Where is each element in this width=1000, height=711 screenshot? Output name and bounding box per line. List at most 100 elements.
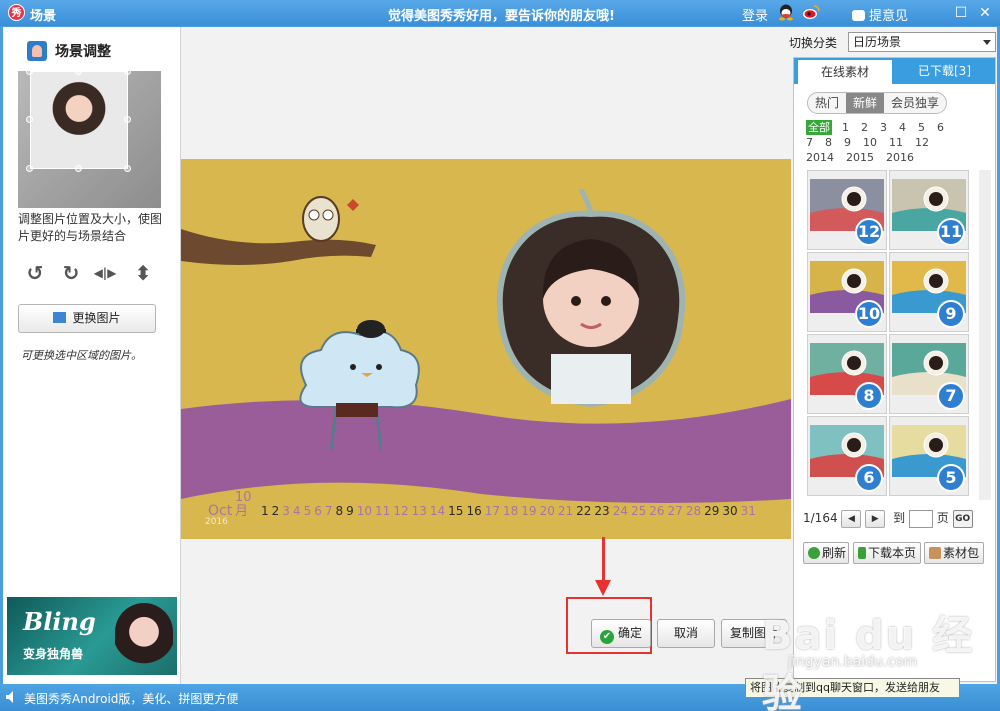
title-bar: 秀 场景 觉得美图秀秀好用，要告诉你的朋友哦! 登录 提意见 ☐ ✕ xyxy=(0,0,1000,26)
transform-toolbar: ↺ ↻ ◀|▶ ⬍ xyxy=(23,261,163,287)
month-filter[interactable]: 4 xyxy=(899,120,906,135)
filter-hot[interactable]: 热门 xyxy=(808,93,846,113)
refresh-button[interactable]: 刷新 xyxy=(803,542,849,564)
calendar-day: 30 xyxy=(722,504,738,518)
status-message[interactable]: 美图秀秀Android版，美化、拼图更方便 xyxy=(24,690,238,707)
filter-vip[interactable]: 会员独享 xyxy=(884,93,946,113)
calendar-day: 4 xyxy=(292,504,301,518)
download-page-button[interactable]: 下载本页 xyxy=(853,542,921,564)
calendar-month-cn: 月 xyxy=(235,504,249,519)
flip-vertical-icon[interactable]: ⬍ xyxy=(131,261,155,285)
pagination: 1/164 ◀ ▶ 到 页 GO xyxy=(803,509,973,528)
login-link[interactable]: 登录 xyxy=(742,5,768,24)
calendar-day: 31 xyxy=(740,504,756,518)
calendar-day: 23 xyxy=(594,504,610,518)
year-filter[interactable]: 2016 xyxy=(886,150,914,165)
crop-preview[interactable] xyxy=(18,68,161,208)
calendar-day: 29 xyxy=(704,504,720,518)
material-tabs: 在线素材 已下载[3] xyxy=(794,58,995,84)
confirm-button[interactable]: ✔ 确定 xyxy=(591,619,651,648)
maximize-button[interactable]: ☐ xyxy=(952,4,970,22)
year-filter[interactable]: 2014 xyxy=(806,150,834,165)
rotate-left-icon[interactable]: ↺ xyxy=(23,261,47,285)
tab-downloaded[interactable]: 已下载[3] xyxy=(894,58,995,84)
cancel-button[interactable]: 取消 xyxy=(657,619,715,648)
rotate-right-icon[interactable]: ↻ xyxy=(59,261,83,285)
material-pack-button[interactable]: 素材包 xyxy=(924,542,984,564)
crop-handle[interactable] xyxy=(124,68,131,75)
scene-canvas[interactable]: Oct 10 月 2016 1 2 3 4 5 6 7 8 9 10 11 12 13 14 15 16 17 1… xyxy=(181,159,791,539)
scene-thumbnail[interactable]: 7 xyxy=(889,334,969,414)
calendar-day: 24 xyxy=(612,504,628,518)
crop-handle[interactable] xyxy=(124,165,131,172)
month-filter[interactable]: 1 xyxy=(842,120,849,135)
calendar-day: 8 xyxy=(335,504,344,518)
calendar-day: 10 xyxy=(356,504,373,518)
feedback-label: 提意见 xyxy=(869,9,909,24)
scene-number-badge: 12 xyxy=(855,218,883,246)
baidu-watermark-url: jingyan.baidu.com xyxy=(788,654,918,670)
slogan-text: 觉得美图秀秀好用，要告诉你的朋友哦! xyxy=(388,9,615,24)
scene-thumbnail[interactable]: 11 xyxy=(889,170,969,250)
speaker-icon xyxy=(6,691,13,703)
scene-number-badge: 11 xyxy=(937,218,965,246)
scene-number-badge: 5 xyxy=(937,464,965,492)
month-filter[interactable]: 7 xyxy=(806,135,813,150)
page-info: 1/164 xyxy=(803,511,838,525)
tab-online-materials[interactable]: 在线素材 xyxy=(798,58,892,84)
checkmark-icon: ✔ xyxy=(599,630,614,644)
category-select[interactable]: 日历场景 xyxy=(848,32,996,52)
photo-frame[interactable] xyxy=(481,189,701,419)
refresh-icon xyxy=(808,547,820,559)
scene-thumbnail[interactable]: 9 xyxy=(889,252,969,332)
month-filter[interactable]: 5 xyxy=(918,120,925,135)
prev-page-button[interactable]: ◀ xyxy=(841,509,862,528)
month-filter[interactable]: 2 xyxy=(861,120,868,135)
month-filter[interactable]: 11 xyxy=(889,135,903,150)
crop-handle[interactable] xyxy=(75,68,82,75)
month-filter[interactable]: 3 xyxy=(880,120,887,135)
crop-handle[interactable] xyxy=(26,165,33,172)
panel-title: 场景调整 xyxy=(55,44,111,60)
month-filter[interactable]: 8 xyxy=(825,135,832,150)
crop-handle[interactable] xyxy=(124,116,131,123)
calendar-day: 19 xyxy=(521,504,537,518)
calendar-days: 1 2 3 4 5 6 7 8 9 10 11 12 13 14 15 16 17 18 19 20 21 22 23 24 2… xyxy=(261,504,759,518)
scene-thumbnail[interactable]: 6 xyxy=(807,416,887,496)
scene-thumbnail[interactable]: 5 xyxy=(889,416,969,496)
close-button[interactable]: ✕ xyxy=(976,4,994,22)
replace-image-button[interactable]: 更换图片 xyxy=(18,304,156,333)
weibo-icon[interactable] xyxy=(802,4,820,20)
scene-thumbnail[interactable]: 12 xyxy=(807,170,887,250)
crop-handle[interactable] xyxy=(26,68,33,75)
calendar-month-number: 10 月 xyxy=(235,491,252,519)
flip-horizontal-icon[interactable]: ◀|▶ xyxy=(93,261,117,285)
year-filter[interactable]: 2015 xyxy=(846,150,874,165)
next-page-button[interactable]: ▶ xyxy=(865,509,886,528)
package-icon xyxy=(929,547,941,559)
crop-handle[interactable] xyxy=(75,165,82,172)
calendar-day: 22 xyxy=(576,504,592,518)
scene-thumbnail[interactable]: 8 xyxy=(807,334,887,414)
branch-owl-decoration xyxy=(181,196,376,265)
date-filter: 全部 1 2 3 4 5 6 7 8 9 10 11 12 2014 2015 2016 xyxy=(806,120,986,165)
filter-toggle: 热门 新鲜 会员独享 xyxy=(807,92,948,114)
filter-new[interactable]: 新鲜 xyxy=(846,93,885,113)
feedback-button[interactable]: 提意见 xyxy=(852,5,908,24)
go-button[interactable]: GO xyxy=(952,509,973,528)
month-filter[interactable]: 12 xyxy=(915,135,929,150)
date-all[interactable]: 全部 xyxy=(806,120,832,135)
promo-banner[interactable]: Bling 变身独角兽 xyxy=(7,597,177,675)
thumbnail-scrollbar[interactable] xyxy=(979,170,991,500)
goto-label: 到 xyxy=(893,511,906,525)
month-filter[interactable]: 6 xyxy=(937,120,944,135)
qq-icon[interactable] xyxy=(778,4,794,21)
calendar-month-digit: 10 xyxy=(235,490,252,505)
page-number-input[interactable] xyxy=(908,509,933,528)
scene-number-badge: 9 xyxy=(937,300,965,328)
crop-handle[interactable] xyxy=(26,116,33,123)
scene-thumbnail[interactable]: 10 xyxy=(807,252,887,332)
month-filter[interactable]: 10 xyxy=(863,135,877,150)
month-filter[interactable]: 9 xyxy=(844,135,851,150)
calendar-day: 25 xyxy=(630,504,647,518)
